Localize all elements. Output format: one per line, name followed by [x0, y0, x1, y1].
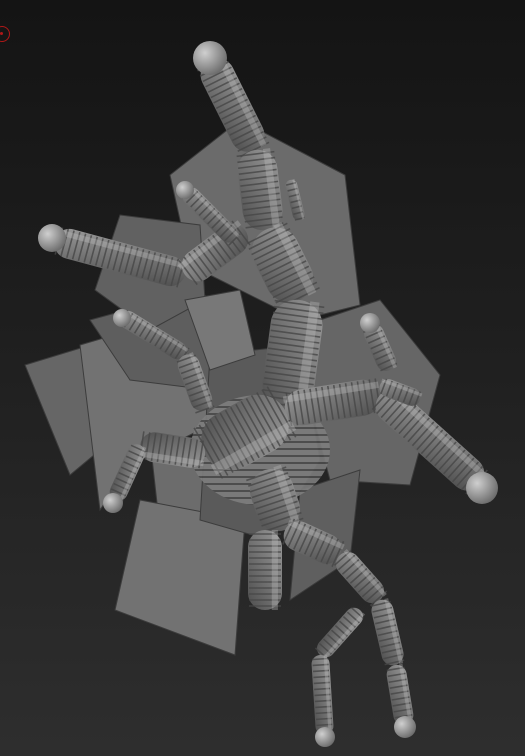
- branch-end-cap: [394, 716, 416, 738]
- branch-segment: [386, 663, 414, 726]
- sculpt-scene: [24, 41, 498, 747]
- branch-end-cap: [176, 181, 194, 199]
- branch-end-cap: [315, 727, 335, 747]
- branch-end-cap: [113, 309, 131, 327]
- branch-end-cap: [360, 313, 380, 333]
- branch-segment: [333, 548, 388, 607]
- branch-end-cap: [103, 493, 123, 513]
- branch-end-cap: [38, 224, 66, 252]
- branch-end-cap: [193, 41, 227, 75]
- branch-segment: [314, 607, 366, 660]
- branch-segment: [370, 598, 405, 666]
- branch-end-cap: [466, 472, 498, 504]
- branch-segment: [248, 530, 282, 610]
- 3d-viewport[interactable]: [0, 0, 525, 756]
- branch-segment: [311, 654, 334, 736]
